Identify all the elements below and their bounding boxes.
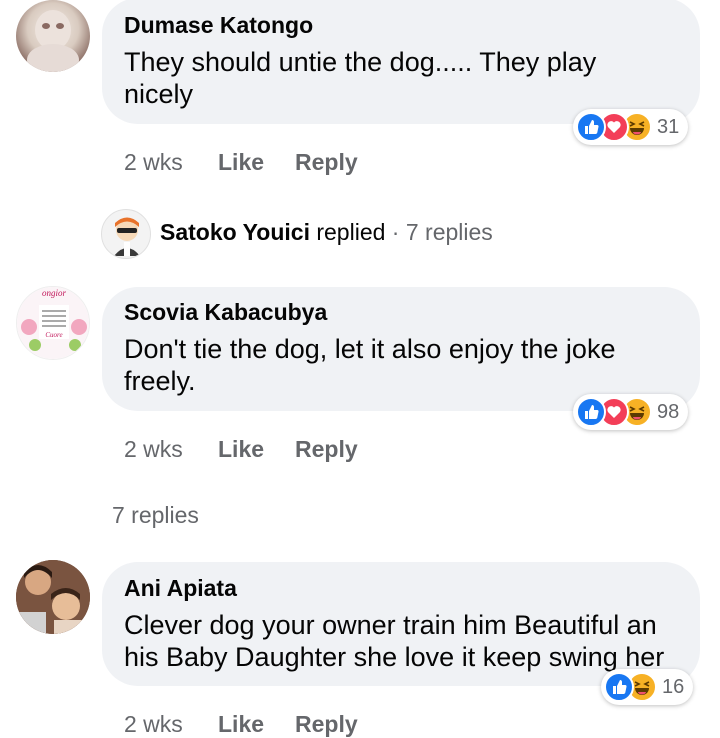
like-icon (604, 672, 634, 702)
view-replies-link[interactable]: 7 replies (112, 502, 199, 529)
reply-author[interactable]: Satoko Youici (160, 219, 310, 245)
reply-button[interactable]: Reply (295, 711, 358, 738)
comment-text: They should untie the dog..... They play… (124, 47, 597, 109)
comment-text: Clever dog your owner train him Beautifu… (124, 610, 665, 672)
reply-avatar[interactable] (101, 209, 151, 259)
like-icon (576, 112, 606, 142)
like-button[interactable]: Like (218, 149, 264, 176)
svg-text:Cuore: Cuore (45, 331, 62, 339)
avatar[interactable]: ongior Cuore (16, 286, 90, 360)
avatar[interactable] (16, 0, 90, 72)
avatar[interactable] (16, 560, 90, 634)
reaction-count: 31 (657, 115, 680, 138)
reactions-summary[interactable]: 16 (601, 669, 694, 705)
reaction-count: 98 (657, 400, 680, 423)
like-button[interactable]: Like (218, 436, 264, 463)
comment-time[interactable]: 2 wks (124, 436, 183, 463)
reply-button[interactable]: Reply (295, 436, 358, 463)
like-button[interactable]: Like (218, 711, 264, 738)
comment-author[interactable]: Dumase Katongo (124, 12, 313, 39)
reply-button[interactable]: Reply (295, 149, 358, 176)
reply-count[interactable]: 7 replies (406, 219, 493, 245)
reply-summary[interactable]: Satoko Youici replied · 7 replies (160, 219, 493, 246)
reply-separator: · (391, 219, 400, 245)
comment-time[interactable]: 2 wks (124, 711, 183, 738)
reaction-count: 16 (662, 675, 685, 698)
reactions-summary[interactable]: 98 (573, 394, 689, 430)
comment-time[interactable]: 2 wks (124, 149, 183, 176)
comment-author[interactable]: Scovia Kabacubya (124, 299, 327, 326)
comment-author[interactable]: Ani Apiata (124, 575, 237, 602)
like-icon (576, 397, 606, 427)
comment-text: Don't tie the dog, let it also enjoy the… (124, 334, 616, 396)
reply-action: replied (316, 219, 386, 245)
svg-text:ongior: ongior (42, 288, 67, 298)
reactions-summary[interactable]: 31 (573, 109, 689, 145)
